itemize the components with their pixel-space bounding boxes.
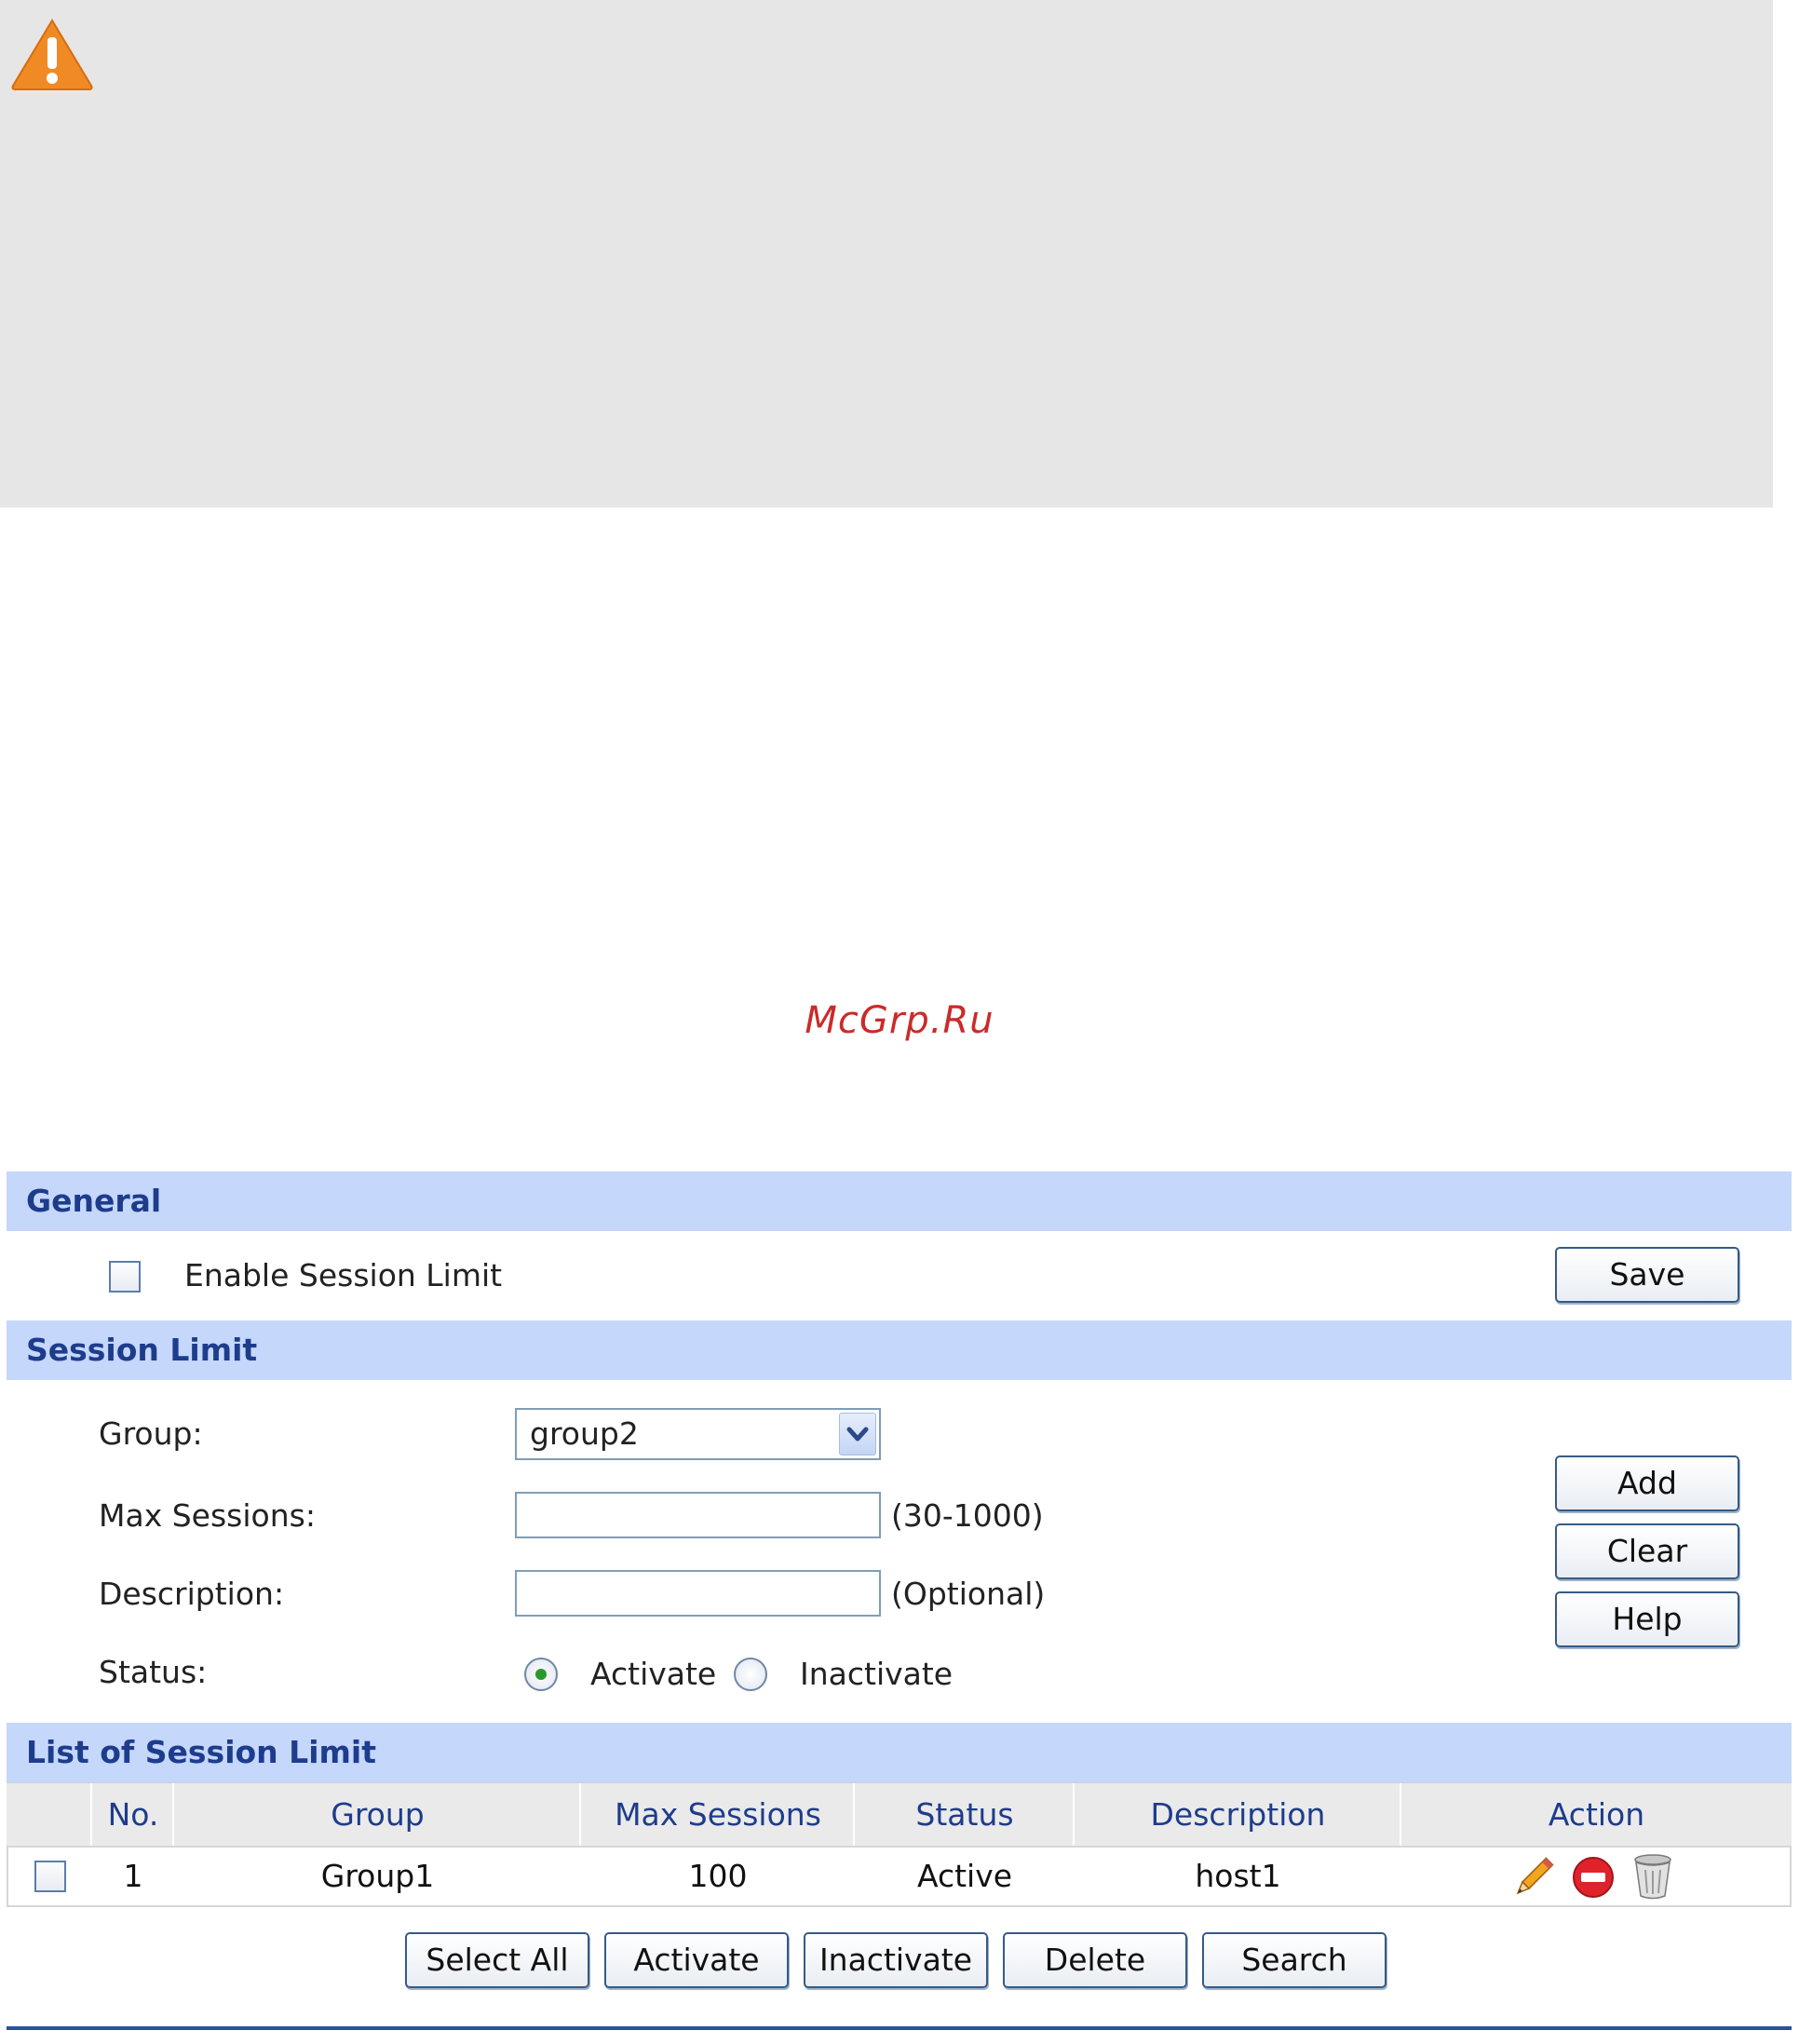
description-optional-hint: (Optional)	[891, 1576, 1046, 1612]
group-select[interactable]: group2	[515, 1408, 881, 1460]
bottom-divider	[7, 2026, 1792, 2030]
save-button[interactable]: Save	[1555, 1247, 1739, 1303]
search-button[interactable]: Search	[1202, 1932, 1386, 1988]
status-activate-label: Activate	[590, 1656, 717, 1692]
inactivate-button[interactable]: Inactivate	[804, 1932, 988, 1988]
clear-button[interactable]: Clear	[1555, 1523, 1739, 1579]
trash-icon[interactable]	[1630, 1851, 1676, 1902]
status-inactivate-label: Inactivate	[800, 1656, 954, 1692]
row-group: Group1	[320, 1858, 435, 1894]
max-sessions-label: Max Sessions:	[99, 1497, 316, 1534]
column-group: Group	[172, 1783, 581, 1847]
delete-button[interactable]: Delete	[1003, 1932, 1187, 1988]
section-general-header: General	[7, 1171, 1792, 1231]
description-input[interactable]	[515, 1570, 881, 1617]
section-session-limit-header: Session Limit	[7, 1320, 1792, 1380]
description-label: Description:	[99, 1576, 285, 1612]
row-no: 1	[123, 1858, 143, 1894]
add-button[interactable]: Add	[1555, 1455, 1739, 1511]
table-row: 1 Group1 100 Active host1	[7, 1846, 1792, 1907]
status-label: Status:	[99, 1654, 208, 1690]
row-status: Active	[916, 1858, 1013, 1894]
pencil-icon[interactable]	[1509, 1853, 1558, 1902]
watermark: McGrp.Ru	[805, 999, 994, 1042]
warning-icon	[11, 19, 93, 90]
max-sessions-range-hint: (30-1000)	[891, 1497, 1044, 1534]
enable-session-limit-label: Enable Session Limit	[184, 1257, 503, 1293]
status-activate-radio[interactable]	[524, 1658, 558, 1691]
group-select-value: group2	[530, 1415, 639, 1452]
max-sessions-input[interactable]	[515, 1492, 881, 1538]
warning-note-box	[0, 0, 1773, 508]
row-description: host1	[1195, 1858, 1281, 1894]
session-limit-table-header: No. Group Max Sessions Status Descriptio…	[7, 1782, 1792, 1847]
activate-button[interactable]: Activate	[604, 1932, 789, 1988]
stop-icon[interactable]	[1571, 1855, 1616, 1900]
enable-session-limit-checkbox[interactable]	[109, 1261, 141, 1293]
row-select-checkbox[interactable]	[34, 1861, 66, 1892]
column-no: No.	[90, 1783, 174, 1847]
section-list-header: List of Session Limit	[7, 1723, 1792, 1782]
chevron-down-icon[interactable]	[839, 1413, 876, 1455]
select-all-button[interactable]: Select All	[405, 1932, 589, 1988]
column-action: Action	[1400, 1783, 1792, 1847]
column-max-sessions: Max Sessions	[579, 1783, 855, 1847]
status-inactivate-radio[interactable]	[734, 1658, 767, 1691]
column-description: Description	[1073, 1783, 1401, 1847]
group-label: Group:	[99, 1415, 203, 1452]
column-select	[7, 1783, 90, 1847]
column-status: Status	[853, 1783, 1075, 1847]
row-max-sessions: 100	[688, 1858, 748, 1894]
help-button[interactable]: Help	[1555, 1591, 1739, 1647]
